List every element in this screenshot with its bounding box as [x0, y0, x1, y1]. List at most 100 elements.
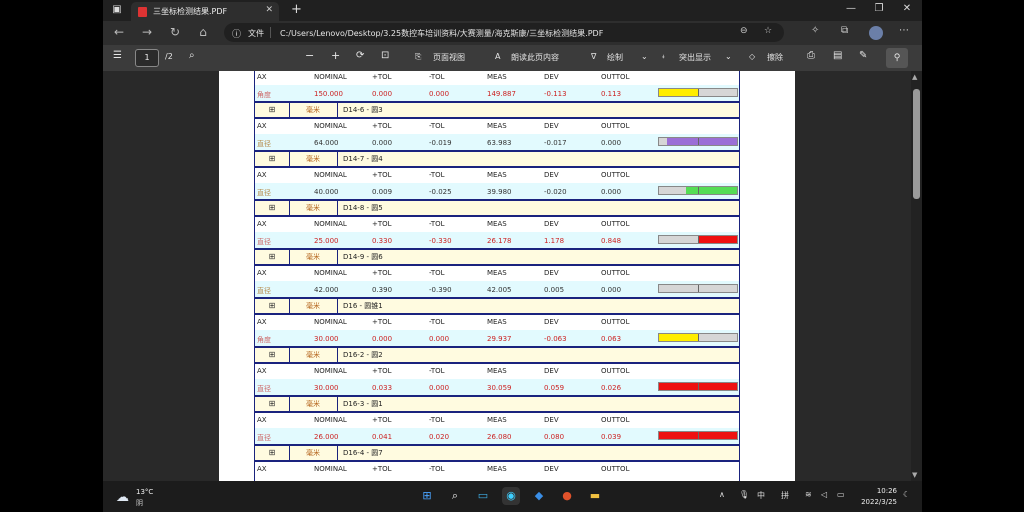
measurement-row: AX NOMINAL +TOL -TOL MEAS DEV OUTTOL 角度 30.000 0.… [254, 314, 740, 347]
show-hidden-icons[interactable]: ∧ [719, 490, 725, 499]
grid-icon[interactable]: ⊞ [255, 446, 290, 460]
tab-title: 三坐标检测结果.PDF [153, 7, 228, 16]
zoom-icon[interactable]: ⊖ [740, 26, 748, 36]
scroll-up-icon[interactable]: ▲ [912, 73, 917, 81]
col-header: +TOL [372, 171, 392, 179]
tolerance-center [698, 138, 699, 145]
tolerance-center [698, 236, 699, 243]
highlight-dropdown-icon[interactable]: ⌄ [725, 52, 732, 61]
feature-header[interactable]: ⊞ 毫米 D14-6 - 圆3 [254, 102, 740, 118]
page-view-button[interactable]: 页面视图 [433, 52, 465, 63]
clock-time[interactable]: 10:26 [873, 487, 897, 495]
scroll-down-icon[interactable]: ▼ [912, 471, 917, 479]
pdf-icon [138, 7, 147, 17]
erase-button[interactable]: 擦除 [767, 52, 783, 63]
grid-icon[interactable]: ⊞ [255, 201, 290, 215]
new-tab-icon[interactable]: + [291, 2, 302, 17]
feature-header[interactable]: ⊞ 毫米 D16-2 - 圆2 [254, 347, 740, 363]
grid-icon[interactable]: ⊞ [255, 299, 290, 313]
minimize-icon[interactable]: — [841, 3, 861, 14]
unit-label: 毫米 [289, 201, 338, 215]
feature-header[interactable]: ⊞ 毫米 D14-9 - 圆6 [254, 249, 740, 265]
wifi-icon[interactable]: ≋ [805, 490, 812, 499]
url-text[interactable]: C:/Users/Lenovo/Desktop/3.25数控车培训资料/大赛测量… [280, 28, 603, 39]
value-ntol: -0.025 [429, 188, 452, 196]
save-as-icon[interactable]: ✎ [859, 50, 867, 61]
close-window-icon[interactable]: ✕ [897, 3, 917, 14]
powerpoint-icon[interactable]: ● [558, 487, 576, 505]
draw-button[interactable]: 绘制 [607, 52, 623, 63]
search-icon[interactable]: ⌕ [189, 50, 195, 61]
col-header: NOMINAL [314, 269, 347, 277]
value-dev: -0.063 [544, 335, 567, 343]
value-ptol: 0.390 [372, 286, 393, 294]
scroll-thumb[interactable] [913, 89, 920, 199]
favorite-icon[interactable]: ☆ [764, 26, 772, 36]
taskbar: ☁ 13°C 阴 ⊞ ⌕ ▭ ◉ ◆ ● ▬ ∧ 🎙 中 拼 ≋ ◁ ▭ 10:… [103, 481, 922, 512]
home-icon[interactable]: ⌂ [195, 25, 211, 39]
widgets-icon[interactable]: ▭ [474, 487, 492, 505]
save-icon[interactable]: ▤ [833, 50, 842, 61]
pin-toolbar-icon[interactable]: ⚲ [886, 48, 908, 68]
forward-icon[interactable]: → [139, 25, 155, 39]
page-number-input[interactable]: 1 [135, 49, 159, 67]
rotate-icon[interactable]: ⟳ [356, 50, 364, 61]
volume-icon[interactable]: ◁ [821, 490, 827, 499]
file-explorer-icon[interactable]: ▬ [586, 487, 604, 505]
feature-header[interactable]: ⊞ 毫米 D16 - 圆锥1 [254, 298, 740, 314]
app-icon[interactable]: ◆ [530, 487, 548, 505]
clock-date[interactable]: 2022/3/25 [853, 498, 897, 506]
maximize-icon[interactable]: ❐ [869, 3, 889, 14]
battery-icon[interactable]: ▭ [837, 490, 845, 499]
edge-icon[interactable]: ◉ [502, 487, 520, 505]
close-tab-icon[interactable]: ✕ [265, 5, 273, 15]
back-icon[interactable]: ← [111, 25, 127, 39]
notifications-icon[interactable]: ☾ [903, 490, 910, 499]
ime-indicator[interactable]: 中 [757, 490, 765, 501]
grid-icon[interactable]: ⊞ [255, 348, 290, 362]
feature-header[interactable]: ⊞ 毫米 D14-7 - 圆4 [254, 151, 740, 167]
tolerance-center [698, 187, 699, 194]
start-icon[interactable]: ⊞ [418, 487, 436, 505]
zoom-in-icon[interactable]: + [331, 49, 340, 62]
address-bar[interactable]: ⓘ 文件 C:/Users/Lenovo/Desktop/3.25数控车培训资料… [224, 23, 784, 42]
scrollbar[interactable]: ▲ ▼ [911, 71, 922, 481]
print-icon[interactable]: ⎙ [807, 50, 815, 61]
microphone-icon[interactable]: 🎙 [739, 490, 749, 499]
fit-page-icon[interactable]: ⊡ [381, 50, 389, 61]
value-outtol: 0.000 [601, 188, 622, 196]
cloud-icon[interactable]: ☁ [116, 490, 129, 505]
col-header: OUTTOL [601, 465, 630, 473]
tab-actions-icon[interactable]: ▣ [111, 4, 123, 16]
grid-icon[interactable]: ⊞ [255, 103, 290, 117]
draw-dropdown-icon[interactable]: ⌄ [641, 52, 648, 61]
col-header: OUTTOL [601, 171, 630, 179]
info-icon[interactable]: ⓘ [232, 27, 241, 40]
refresh-icon[interactable]: ↻ [167, 25, 183, 39]
feature-header[interactable]: ⊞ 毫米 D14-8 - 圆5 [254, 200, 740, 216]
extensions-icon[interactable]: ✧ [811, 25, 819, 36]
profile-avatar[interactable] [869, 26, 883, 40]
value-meas: 39.980 [487, 188, 512, 196]
search-taskbar-icon[interactable]: ⌕ [446, 487, 464, 505]
weather-temp[interactable]: 13°C [136, 488, 153, 496]
col-header: DEV [544, 367, 559, 375]
grid-icon[interactable]: ⊞ [255, 250, 290, 264]
col-header: DEV [544, 465, 559, 473]
more-icon[interactable]: ⋯ [899, 25, 909, 36]
browser-tab[interactable]: 三坐标检测结果.PDF ✕ [131, 2, 279, 21]
grid-icon[interactable]: ⊞ [255, 152, 290, 166]
zoom-out-icon[interactable]: − [305, 49, 314, 62]
grid-icon[interactable]: ⊞ [255, 397, 290, 411]
highlight-button[interactable]: 突出显示 [679, 52, 711, 63]
collections-icon[interactable]: ⧉ [841, 25, 848, 36]
value-outtol: 0.063 [601, 335, 622, 343]
pdf-toolbar: ☰ 1 /2 ⌕ − + ⟳ ⊡ ⎘ 页面视图 A 朗读此页内容 ∇ 绘制 ⌄ … [103, 45, 922, 71]
feature-header[interactable]: ⊞ 毫米 D16-4 - 圆7 [254, 445, 740, 461]
feature-header[interactable]: ⊞ 毫米 D16-3 - 圆1 [254, 396, 740, 412]
weather-condition[interactable]: 阴 [136, 498, 143, 508]
col-header: AX [257, 465, 267, 473]
contents-icon[interactable]: ☰ [113, 50, 122, 61]
ime-mode[interactable]: 拼 [781, 490, 789, 501]
read-aloud-button[interactable]: 朗读此页内容 [511, 52, 559, 63]
